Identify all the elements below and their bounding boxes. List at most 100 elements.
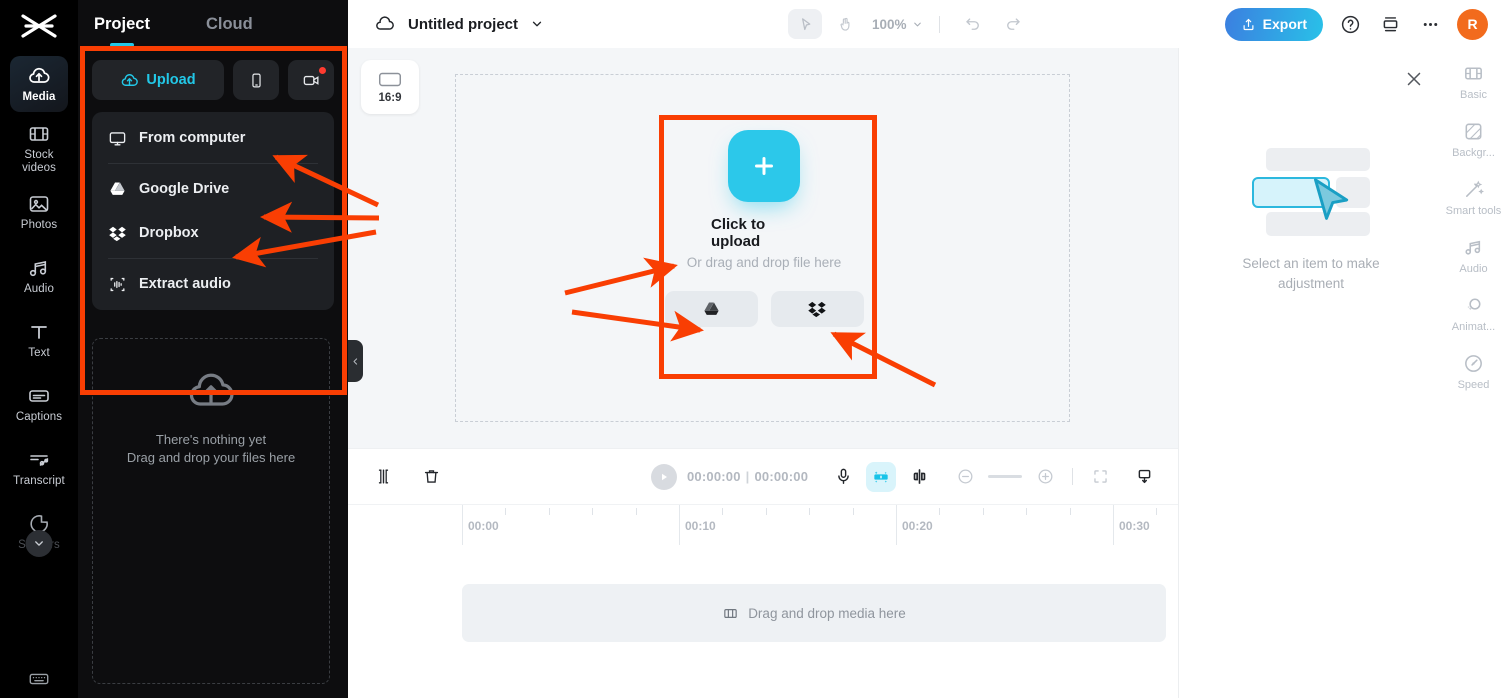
upload-button[interactable]: Upload (92, 60, 224, 100)
split-button[interactable] (370, 464, 396, 490)
menu-item-label: Google Drive (139, 181, 230, 197)
sidebar-item-captions[interactable]: Captions (10, 376, 68, 432)
timeline-zoom-slider[interactable] (988, 475, 1023, 478)
topbar-right: Export R (1224, 7, 1488, 41)
project-name[interactable]: Untitled project (408, 16, 518, 33)
source-buttons-row: Upload (78, 48, 348, 100)
click-to-upload-button[interactable] (728, 130, 800, 202)
empty-track-dropzone[interactable]: Drag and drop media here (462, 584, 1166, 642)
tab-cloud[interactable]: Cloud (204, 11, 255, 38)
delete-button[interactable] (418, 464, 444, 490)
chevron-down-icon[interactable] (530, 17, 544, 31)
layers-button[interactable] (1377, 11, 1403, 37)
speedometer-icon (1465, 355, 1482, 372)
record-voiceover-button[interactable] (830, 464, 856, 490)
ruler-tick-major (462, 505, 463, 545)
sidebar-item-media[interactable]: Media (10, 56, 68, 112)
record-button[interactable] (288, 60, 334, 100)
hand-tool-button[interactable] (828, 9, 862, 39)
undo-button[interactable] (956, 9, 990, 39)
sidebar-item-label: Audio (24, 283, 54, 295)
timeline-divider (1072, 468, 1074, 485)
inspector-tab-label: Basic (1460, 89, 1487, 101)
export-button[interactable]: Export (1224, 7, 1323, 41)
phone-icon (251, 73, 261, 87)
zoom-in-button[interactable] (1032, 464, 1058, 490)
upload-cta-title: Click to upload (711, 216, 766, 250)
ruler-label: 00:30 (1119, 519, 1150, 533)
inspector-tab-speed[interactable]: Speed (1446, 352, 1502, 392)
sidebar-item-audio[interactable]: Audio (10, 248, 68, 304)
play-button[interactable] (651, 463, 677, 490)
inspector-tab-label: Audio (1459, 263, 1488, 275)
more-options-button[interactable] (1417, 11, 1443, 37)
select-tool-button[interactable] (788, 9, 822, 39)
canvas-dropbox-button[interactable] (770, 291, 864, 327)
empty-state-text: There's nothing yet Drag and drop your f… (127, 431, 295, 467)
film-strip-icon (29, 126, 49, 141)
timeline-ruler[interactable]: 00:00 00:10 00:20 00:30 (348, 504, 1178, 545)
zoom-level-control[interactable]: 100% (872, 17, 923, 32)
photo-icon (29, 196, 49, 212)
sidebar-item-transcript[interactable]: Transcript (10, 440, 68, 496)
menu-item-dropbox[interactable]: Dropbox (92, 211, 334, 255)
ruler-tick-minor (1070, 508, 1071, 515)
aspect-ratio-button[interactable]: 16:9 (361, 60, 419, 114)
fit-screen-icon (1093, 470, 1107, 483)
share-export-icon (1243, 18, 1254, 30)
film-strip-icon (724, 608, 737, 618)
music-notes-icon (29, 261, 47, 277)
inspector-tab-audio[interactable]: Audio (1446, 236, 1502, 276)
inspector-empty-text: Select an item to make adjustment (1221, 254, 1401, 294)
cut-clip-icon (913, 469, 925, 484)
panel-empty-dropzone[interactable]: There's nothing yet Drag and drop your f… (92, 338, 330, 684)
inspector-tab-smart-tools[interactable]: Smart tools (1446, 178, 1502, 218)
placeholder-illustration (1252, 148, 1370, 236)
expand-more-button[interactable] (25, 530, 53, 557)
cloud-upload-icon (29, 67, 50, 83)
close-icon (1407, 72, 1421, 86)
tab-project[interactable]: Project (92, 11, 152, 38)
play-icon (662, 473, 667, 480)
sidebar-item-label: Stock videos (22, 148, 56, 174)
inspector-tab-background[interactable]: Backgr... (1446, 120, 1502, 160)
sidebar-item-stock-videos[interactable]: Stock videos (10, 120, 68, 176)
panel-collapse-button[interactable] (348, 340, 363, 382)
stack-icon (1383, 16, 1397, 31)
keyboard-shortcuts-button[interactable] (0, 668, 78, 690)
total-time: 00:00:00 (754, 469, 809, 484)
ruler-tick-minor (1156, 508, 1157, 515)
ai-enhance-button[interactable] (866, 461, 897, 492)
ruler-tick-minor (939, 508, 940, 515)
plus-icon (755, 157, 773, 175)
hand-icon (840, 17, 849, 31)
help-button[interactable] (1337, 11, 1363, 37)
redo-button[interactable] (996, 9, 1030, 39)
menu-item-from-computer[interactable]: From computer (92, 116, 334, 160)
fit-to-screen-button[interactable] (1087, 464, 1113, 490)
zoom-out-button[interactable] (952, 464, 978, 490)
cloud-upload-icon (122, 73, 139, 86)
ruler-tick-minor (722, 508, 723, 515)
zoom-level-value: 100% (872, 16, 907, 32)
inspector-close-button[interactable] (1403, 68, 1425, 90)
ruler-tick-minor (1026, 508, 1027, 515)
marker-button[interactable] (1131, 464, 1157, 490)
sidebar-item-text[interactable]: Text (10, 312, 68, 368)
cut-clip-button[interactable] (906, 464, 932, 490)
minus-circle-icon (958, 469, 973, 484)
menu-item-extract-audio[interactable]: Extract audio (92, 262, 334, 306)
redo-icon (1006, 18, 1020, 30)
sidebar-item-stickers[interactable]: Stickers (10, 504, 68, 560)
record-notification-badge (319, 67, 326, 74)
avatar[interactable]: R (1457, 8, 1488, 40)
topbar-canvas-tools: 100% (788, 9, 1030, 39)
inspector-tab-basic[interactable]: Basic (1446, 62, 1502, 102)
canvas-google-drive-button[interactable] (664, 291, 758, 327)
menu-item-label: From computer (139, 130, 246, 146)
sidebar-item-photos[interactable]: Photos (10, 184, 68, 240)
inspector-tab-animation[interactable]: Animat... (1446, 294, 1502, 334)
menu-item-google-drive[interactable]: Google Drive (92, 167, 334, 211)
upload-from-phone-button[interactable] (233, 60, 279, 100)
sidebar-item-label: Media (22, 91, 56, 103)
